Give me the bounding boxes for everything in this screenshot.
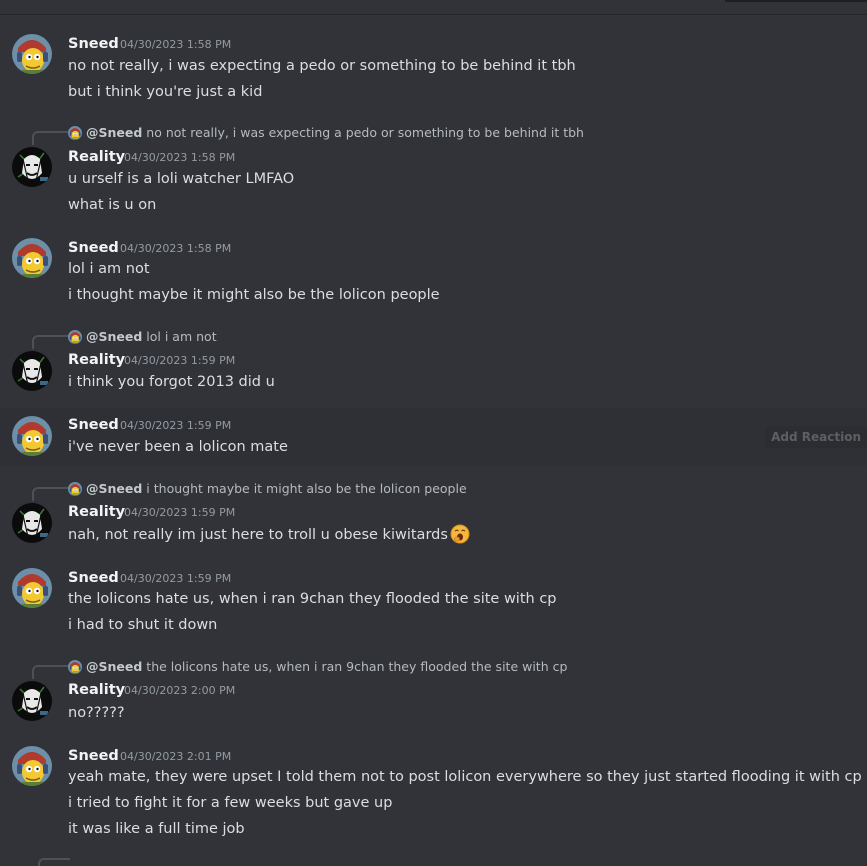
message: Sneed 04/30/2023 2:01 PM yeah mate, they… (0, 744, 867, 844)
avatar[interactable] (12, 34, 52, 74)
reply-connector (32, 487, 68, 501)
timestamp: 04/30/2023 1:59 PM (120, 419, 232, 432)
reply-connector (32, 335, 68, 349)
timestamp: 04/30/2023 1:59 PM (124, 354, 236, 367)
message-text: i had to shut it down (68, 617, 218, 633)
avatar (68, 330, 82, 344)
reply-preview[interactable]: @Sneed no not really, i was expecting a … (68, 124, 584, 142)
message: @Sneed i thought maybe it might also be … (0, 478, 867, 554)
author-name[interactable]: Reality (68, 503, 125, 521)
reply-mention[interactable]: @Sneed (86, 329, 142, 344)
message-text: what is u on (68, 197, 157, 213)
message-text: but i think you're just a kid (68, 84, 263, 100)
avatar[interactable] (12, 503, 52, 543)
timestamp: 04/30/2023 2:00 PM (124, 684, 236, 697)
reply-preview[interactable]: @Sneed lol i am not (68, 328, 217, 346)
message-text: no not really, i was expecting a pedo or… (68, 58, 576, 74)
avatar[interactable] (12, 238, 52, 278)
message-text: the lolicons hate us, when i ran 9chan t… (68, 591, 557, 607)
author-name[interactable]: Sneed (68, 416, 119, 434)
message-text: u urself is a loli watcher LMFAO (68, 171, 295, 187)
avatar[interactable] (12, 351, 52, 391)
timestamp: 04/30/2023 2:01 PM (120, 750, 232, 763)
message-text: yeah mate, they were upset I told them n… (68, 769, 862, 785)
search-bar-edge[interactable] (725, 0, 867, 2)
reply-text: the lolicons hate us, when i ran 9chan t… (146, 659, 568, 674)
message: Sneed 04/30/2023 1:58 PM no not really, … (0, 32, 867, 104)
timestamp: 04/30/2023 1:58 PM (120, 242, 232, 255)
message: @Sneed no not really, i was expecting a … (0, 122, 867, 222)
message: Sneed 04/30/2023 1:59 PM the lolicons ha… (0, 566, 867, 638)
message: Sneed 04/30/2023 1:58 PM lol i am not i … (0, 236, 867, 308)
message-text: nah, not really im just here to troll u … (68, 527, 448, 543)
message: @Sneed the lolicons hate us, when i ran … (0, 656, 867, 732)
avatar (68, 126, 82, 140)
message: Sneed 04/30/2023 1:59 PM i've never been… (0, 408, 867, 466)
avatar (68, 660, 82, 674)
avatar[interactable] (12, 568, 52, 608)
author-name[interactable]: Reality (68, 681, 125, 699)
author-name[interactable]: Sneed (68, 239, 119, 257)
avatar[interactable] (12, 147, 52, 187)
reply-preview[interactable]: @Sneed the lolicons hate us, when i ran … (68, 658, 567, 676)
message-text: it was like a full time job (68, 821, 245, 837)
add-reaction-button[interactable]: Add Reaction (765, 426, 867, 448)
timestamp: 04/30/2023 1:59 PM (120, 572, 232, 585)
reply-connector (32, 131, 68, 145)
avatar (68, 482, 82, 496)
message-text: i tried to fight it for a few weeks but … (68, 795, 393, 811)
author-name[interactable]: Reality (68, 351, 125, 369)
message-text: lol i am not (68, 261, 150, 277)
timestamp: 04/30/2023 1:59 PM (124, 506, 236, 519)
avatar[interactable] (12, 681, 52, 721)
reply-mention[interactable]: @Sneed (86, 125, 142, 140)
message-text: no????? (68, 705, 125, 721)
reply-connector (32, 665, 68, 679)
author-name[interactable]: Sneed (68, 747, 119, 765)
message-text-row: nah, not really im just here to troll u … (68, 524, 470, 545)
message-text: i think you forgot 2013 did u (68, 374, 275, 390)
top-bar (0, 0, 867, 15)
avatar[interactable] (12, 746, 52, 786)
reply-preview[interactable]: @Sneed i thought maybe it might also be … (68, 480, 467, 498)
reply-mention[interactable]: @Sneed (86, 481, 142, 496)
message-text: i've never been a lolicon mate (68, 439, 288, 455)
reply-text: lol i am not (146, 329, 217, 344)
reply-mention[interactable]: @Sneed (86, 659, 142, 674)
avatar[interactable] (12, 416, 52, 456)
timestamp: 04/30/2023 1:58 PM (120, 38, 232, 51)
reply-text: no not really, i was expecting a pedo or… (146, 125, 584, 140)
author-name[interactable]: Sneed (68, 569, 119, 587)
author-name[interactable]: Sneed (68, 35, 119, 53)
timestamp: 04/30/2023 1:58 PM (124, 151, 236, 164)
reply-connector (38, 858, 70, 866)
reply-text: i thought maybe it might also be the lol… (146, 481, 467, 496)
yawning-face-icon[interactable] (450, 524, 470, 544)
message: @Sneed lol i am not Reality 04/30/2023 1… (0, 326, 867, 402)
author-name[interactable]: Reality (68, 148, 125, 166)
message-text: i thought maybe it might also be the lol… (68, 287, 440, 303)
